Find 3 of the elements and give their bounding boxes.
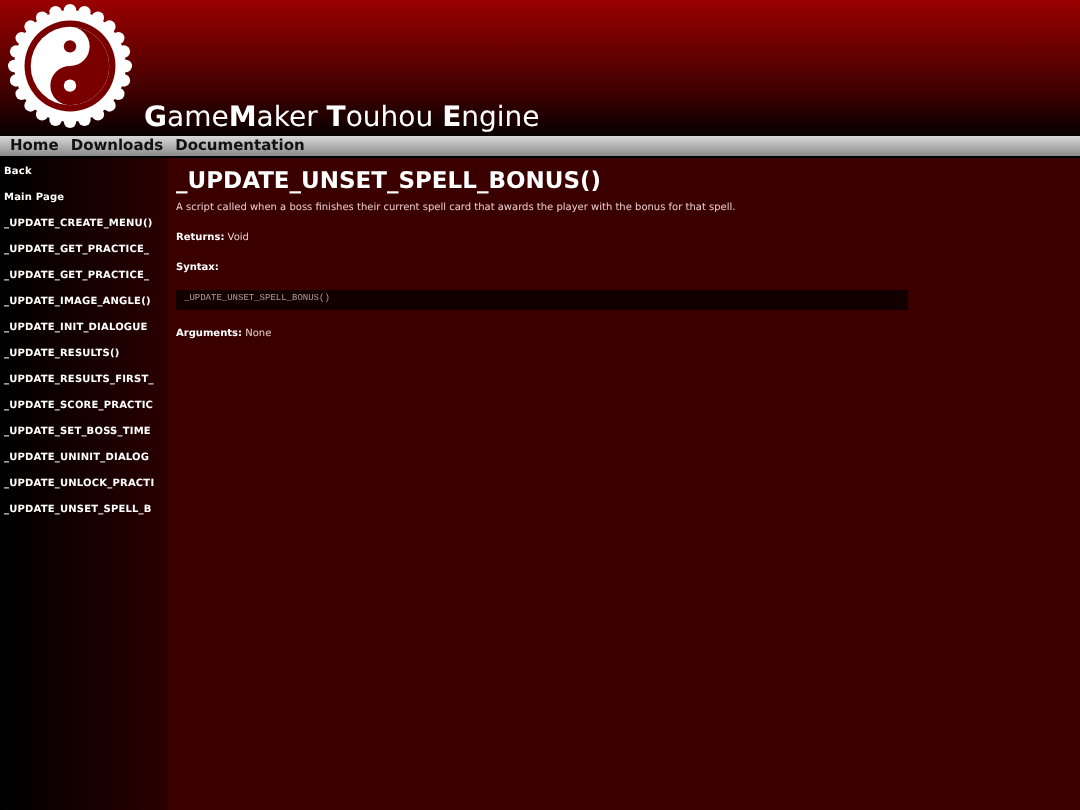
site-title: GameMaker Touhou Engine: [144, 102, 540, 134]
yin-yang-gear-logo: [8, 4, 132, 128]
page-heading: _UPDATE_UNSET_SPELL_BONUS(): [176, 164, 601, 196]
